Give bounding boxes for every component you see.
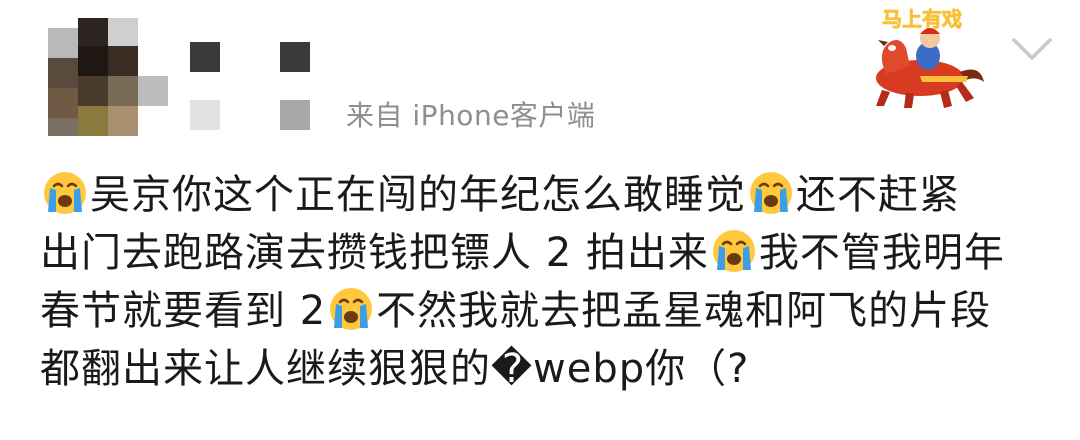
horse-rider-sticker-icon: 马上有戏 (876, 7, 984, 108)
chevron-down-icon[interactable] (1010, 34, 1054, 64)
crying-face-emoji-icon (330, 288, 373, 330)
avatar[interactable] (48, 18, 168, 136)
post-source: 来自 iPhone客户端 (346, 99, 596, 132)
post-body-text: 还不赶紧 (796, 172, 960, 218)
post-body-text: 春节就要看到 2 (40, 288, 327, 334)
username[interactable] (190, 42, 310, 132)
post-body-line: 出门去跑路演去攒钱把镖人 2 拍出来 我不管我明年 (40, 224, 1050, 282)
post-body-line: 吴京你这个正在闯的年纪怎么敢睡觉 还不赶紧 (40, 166, 1050, 224)
crying-face-emoji-icon (750, 172, 792, 214)
post-body-text: 吴京你这个正在闯的年纪怎么敢睡觉 (90, 172, 746, 218)
sticker-caption: 马上有戏 (882, 7, 962, 31)
post-body-text: 我不管我明年 (758, 230, 1005, 276)
post-body-line: 春节就要看到 2 不然我就去把孟星魂和阿飞的片段 (40, 282, 1050, 340)
post-body-line: 都翻出来让人继续狠狠的�webp你（? (40, 340, 1050, 398)
crying-face-emoji-icon (44, 172, 86, 214)
post-body-text: 出门去跑路演去攒钱把镖人 2 拍出来 (40, 230, 709, 276)
post-body-text: 都翻出来让人继续狠狠的�webp你（? (40, 346, 750, 392)
weibo-post: 来自 iPhone客户端 马上有戏 吴京你这个正在闯的年纪怎么敢睡觉 还不赶紧出门… (0, 0, 1080, 440)
post-body-text: 不然我就去把孟星魂和阿飞的片段 (376, 288, 992, 334)
post-body: 吴京你这个正在闯的年纪怎么敢睡觉 还不赶紧出门去跑路演去攒钱把镖人 2 拍出来 我不… (40, 166, 1050, 398)
crying-face-emoji-icon (712, 230, 755, 272)
